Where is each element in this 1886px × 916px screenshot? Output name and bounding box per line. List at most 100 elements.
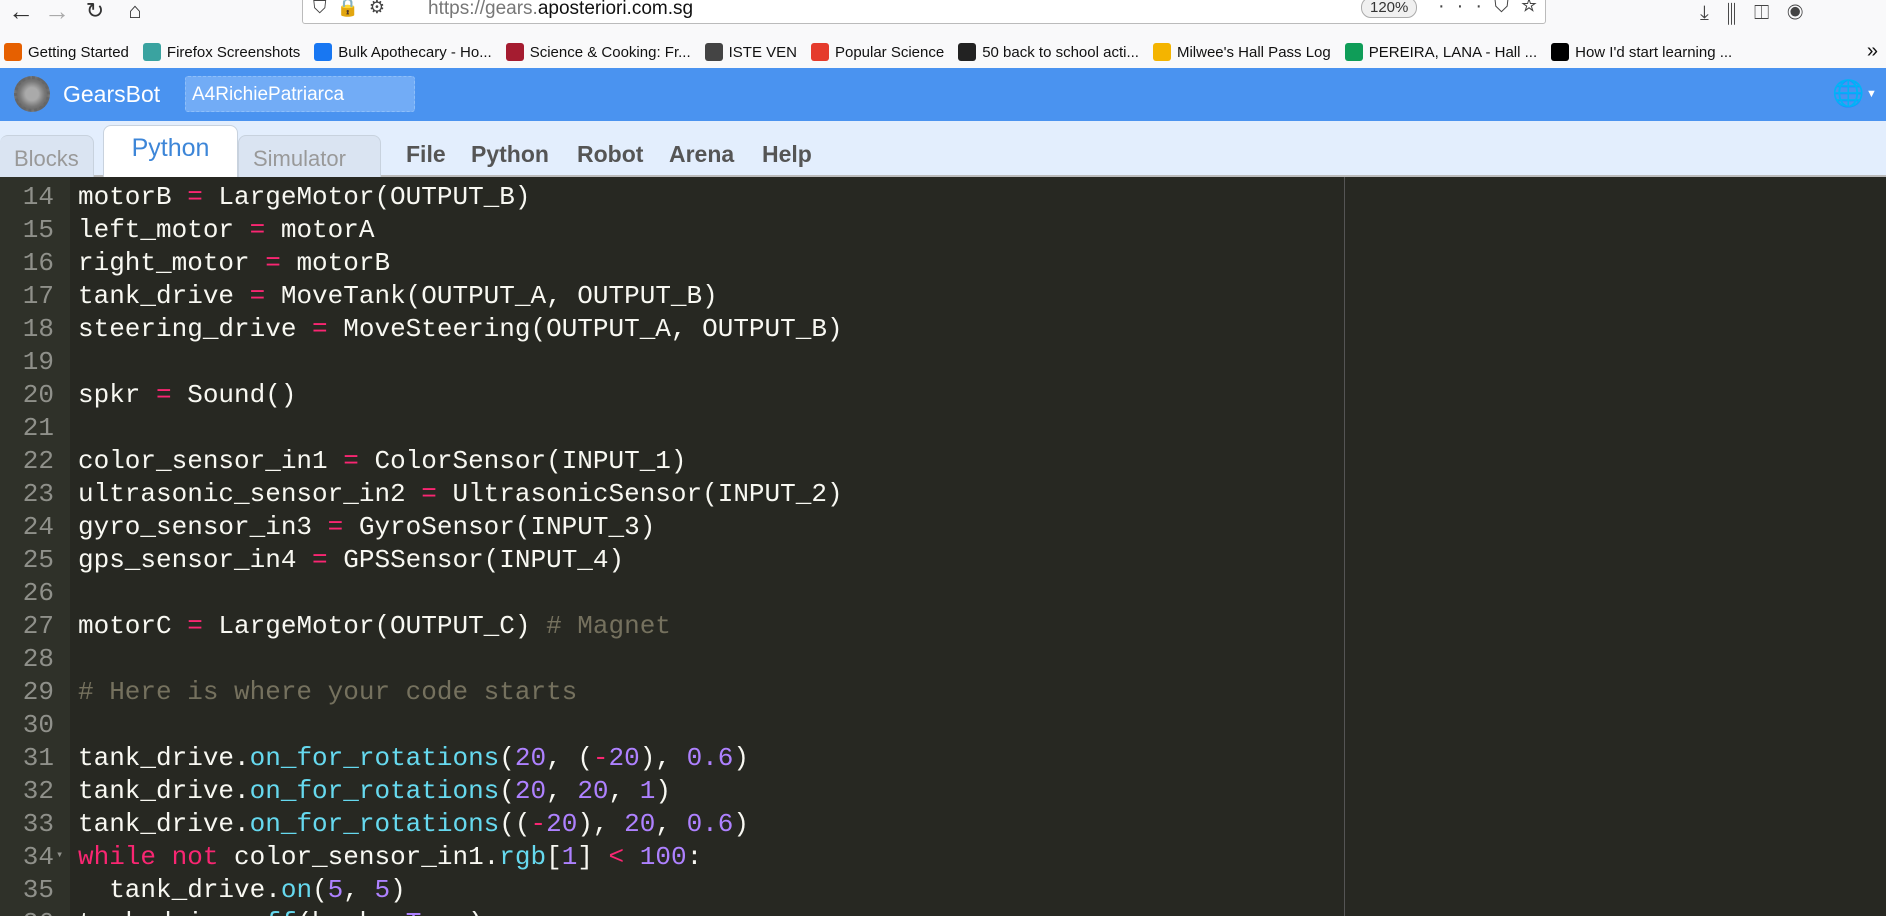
menu-arena[interactable]: Arena xyxy=(669,141,734,168)
code-text: gps_sensor_in4 = GPSSensor(INPUT_4) xyxy=(78,544,624,577)
home-icon[interactable]: ⌂ xyxy=(118,0,152,24)
menu-file[interactable]: File xyxy=(406,141,446,168)
globe-icon[interactable]: 🌐 xyxy=(1832,78,1864,109)
bookmark-item[interactable]: ISTE VEN xyxy=(704,43,797,61)
code-line[interactable]: 22 color_sensor_in1 = ColorSensor(INPUT_1… xyxy=(0,445,1340,478)
bookmark-item[interactable]: Science & Cooking: Fr... xyxy=(505,43,691,61)
code-line[interactable]: 24 gyro_sensor_in3 = GyroSensor(INPUT_3) xyxy=(0,511,1340,544)
line-number: 35 xyxy=(22,875,54,905)
menu-robot[interactable]: Robot xyxy=(577,141,643,168)
line-number: 23 xyxy=(22,479,54,509)
bookmark-item[interactable]: Popular Science xyxy=(810,43,944,61)
more-bookmarks-icon[interactable]: » xyxy=(1867,40,1878,63)
code-line[interactable]: 35 tank_drive.on(5, 5) xyxy=(0,874,1340,907)
line-number: 27 xyxy=(22,611,54,641)
bookmark-label: Firefox Screenshots xyxy=(166,43,301,61)
code-line[interactable]: 36 tank_drive.off(brake=True) xyxy=(0,907,1340,916)
w-icon xyxy=(704,43,723,61)
project-name-input[interactable]: A4RichiePatriarca xyxy=(185,76,415,112)
reload-icon[interactable]: ↻ xyxy=(78,0,112,24)
code-token: (( xyxy=(499,809,531,839)
code-token: = xyxy=(390,908,406,916)
line-number: 17 xyxy=(22,281,54,311)
bookmark-item[interactable]: 50 back to school acti... xyxy=(958,43,1139,61)
forward-icon[interactable]: → xyxy=(40,0,74,27)
code-line[interactable]: 21 xyxy=(0,412,1340,445)
url-bar[interactable]: ⛉🔒⚙ https://gears.aposteriori.com.sg 120… xyxy=(302,0,1546,24)
code-line[interactable]: 16 right_motor = motorB xyxy=(0,247,1340,280)
toolbar-icons[interactable]: ⤓⫼◫◉ xyxy=(1700,2,1821,25)
line-number: 19 xyxy=(22,347,54,377)
url-prefix: https://gears. xyxy=(428,0,538,19)
code-line[interactable]: 15 left_motor = motorA xyxy=(0,214,1340,247)
code-token: = xyxy=(312,545,328,575)
line-number: 14 xyxy=(22,182,54,212)
code-text: left_motor = motorA xyxy=(78,214,374,247)
code-line[interactable]: 25 gps_sensor_in4 = GPSSensor(INPUT_4) xyxy=(0,544,1340,577)
bookmark-item[interactable]: Milwee's Hall Pass Log xyxy=(1152,43,1331,61)
bookmark-item[interactable]: PEREIRA, LANA - Hall ... xyxy=(1344,43,1537,61)
code-token: motorB xyxy=(78,182,188,212)
code-line[interactable]: 33 tank_drive.on_for_rotations((-20), 20,… xyxy=(0,808,1340,841)
back-icon[interactable]: ← xyxy=(4,0,38,27)
code-token: rgb xyxy=(499,842,547,872)
bookmark-item[interactable]: Getting Started xyxy=(4,43,129,61)
code-line[interactable]: 14 motorB = LargeMotor(OUTPUT_B) xyxy=(0,181,1340,214)
code-line[interactable]: 28 xyxy=(0,643,1340,676)
code-token: = xyxy=(156,380,172,410)
code-token: LargeMotor(OUTPUT_B) xyxy=(202,182,531,212)
code-line[interactable]: 27 motorC = LargeMotor(OUTPUT_C) # Magnet xyxy=(0,610,1340,643)
code-token: MoveSteering(OUTPUT_A, OUTPUT_B) xyxy=(327,314,843,344)
code-token: 20 xyxy=(624,809,656,839)
tab-simulator[interactable]: Simulator xyxy=(238,135,381,177)
fold-arrow-icon[interactable]: ▾ xyxy=(56,839,63,872)
code-text: tank_drive.on(5, 5) xyxy=(78,874,406,907)
bookmark-item[interactable]: How I'd start learning ... xyxy=(1551,43,1732,61)
code-token: steering_drive xyxy=(78,314,313,344)
code-token: - xyxy=(530,809,547,839)
code-token: = xyxy=(249,281,266,311)
code-token: = xyxy=(421,479,437,509)
code-token: ) xyxy=(390,875,406,905)
harvard-icon xyxy=(505,43,524,61)
code-token: - xyxy=(592,743,609,773)
url-text[interactable]: https://gears.aposteriori.com.sg xyxy=(428,0,693,20)
zoom-level[interactable]: 120% xyxy=(1361,0,1418,18)
code-token: ( xyxy=(499,776,515,806)
code-token: motorA xyxy=(78,177,187,179)
code-line[interactable]: 26 xyxy=(0,577,1340,610)
bookmark-item[interactable]: Firefox Screenshots xyxy=(142,43,301,61)
bookmark-item[interactable]: Bulk Apothecary - Ho... xyxy=(314,43,492,61)
code-line[interactable]: 30 xyxy=(0,709,1340,742)
page-actions-icons[interactable]: ···⛉☆ xyxy=(1438,0,1549,18)
tab-python[interactable]: Python xyxy=(103,125,238,177)
caret-down-icon[interactable]: ▼ xyxy=(1866,88,1877,100)
code-line[interactable]: 18 steering_drive = MoveSteering(OUTPUT_A… xyxy=(0,313,1340,346)
screenshots-icon xyxy=(142,43,161,61)
menu-python[interactable]: Python xyxy=(471,141,549,168)
code-token: ] xyxy=(577,842,609,872)
line-number: 36 xyxy=(0,907,54,916)
code-line[interactable]: 31 tank_drive.on_for_rotations(20, (-20),… xyxy=(0,742,1340,775)
code-line[interactable]: 17 tank_drive = MoveTank(OUTPUT_A, OUTPUT… xyxy=(0,280,1340,313)
gear-logo-icon xyxy=(14,76,50,112)
code-token: 0.6 xyxy=(686,743,734,773)
code-line[interactable]: 29 # Here is where your code starts xyxy=(0,676,1340,709)
code-lines[interactable]: 13motorA = LargeMotor(OUTPUT_A)14motorB … xyxy=(0,177,1340,916)
code-token: , xyxy=(546,776,578,806)
code-line[interactable]: 19 xyxy=(0,346,1340,379)
code-line[interactable]: 20 spkr = Sound() xyxy=(0,379,1340,412)
code-line[interactable]: 23 ultrasonic_sensor_in2 = UltrasonicSens… xyxy=(0,478,1340,511)
code-token: left_motor xyxy=(78,215,250,245)
tab-blocks[interactable]: Blocks xyxy=(0,135,94,177)
line-number: 18 xyxy=(22,314,54,344)
code-token: [ xyxy=(546,842,562,872)
line-number: 34 xyxy=(22,842,54,872)
code-editor[interactable]: 13motorA = LargeMotor(OUTPUT_A)14motorB … xyxy=(0,177,1886,916)
code-line[interactable]: 34 ▾ while not color_sensor_in1.rgb[1] < 1… xyxy=(0,841,1340,874)
code-token: not xyxy=(171,842,219,872)
code-token: , xyxy=(608,776,640,806)
code-line[interactable]: 32 tank_drive.on_for_rotations(20, 20, 1) xyxy=(0,775,1340,808)
menu-help[interactable]: Help xyxy=(762,141,812,168)
